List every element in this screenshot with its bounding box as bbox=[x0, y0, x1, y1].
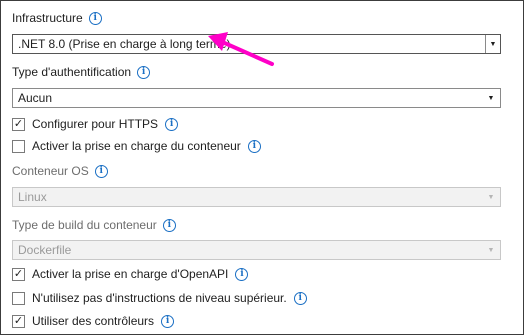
https-label: Configurer pour HTTPS bbox=[32, 117, 159, 131]
info-icon[interactable]: i bbox=[161, 314, 175, 328]
chevron-down-icon[interactable]: ▼ bbox=[485, 35, 500, 53]
info-icon[interactable]: i bbox=[247, 139, 261, 153]
container-support-label: Activer la prise en charge du conteneur bbox=[32, 139, 241, 153]
top-level-checkbox[interactable] bbox=[12, 291, 25, 305]
auth-label: Type d'authentification i bbox=[12, 65, 151, 79]
info-icon[interactable]: i bbox=[137, 65, 151, 79]
pink-arrow-icon bbox=[208, 32, 274, 66]
info-icon[interactable]: i bbox=[162, 218, 176, 232]
auth-select[interactable]: Aucun ▼ bbox=[12, 88, 501, 108]
https-row: ✓ Configurer pour HTTPS i bbox=[12, 117, 179, 131]
https-checkbox[interactable]: ✓ bbox=[12, 117, 25, 131]
container-os-select: Linux ▼ bbox=[12, 187, 501, 207]
container-build-label: Type de build du conteneur i bbox=[12, 218, 176, 232]
chevron-down-icon: ▼ bbox=[487, 246, 495, 254]
info-icon[interactable]: i bbox=[165, 117, 179, 131]
checkmark-icon: ✓ bbox=[13, 267, 24, 280]
container-os-label: Conteneur OS i bbox=[12, 164, 108, 178]
info-icon[interactable]: i bbox=[293, 291, 307, 305]
container-support-row: Activer la prise en charge du conteneur … bbox=[12, 139, 261, 153]
container-os-value: Linux bbox=[18, 190, 47, 204]
top-level-row: N'utilisez pas d'instructions de niveau … bbox=[12, 291, 307, 305]
container-support-checkbox[interactable] bbox=[12, 139, 25, 153]
openapi-row: ✓ Activer la prise en charge d'OpenAPI i bbox=[12, 267, 249, 281]
controllers-checkbox[interactable]: ✓ bbox=[12, 314, 25, 328]
openapi-label: Activer la prise en charge d'OpenAPI bbox=[32, 267, 229, 281]
chevron-down-icon: ▼ bbox=[487, 193, 495, 201]
controllers-row: ✓ Utiliser des contrôleurs i bbox=[12, 314, 175, 328]
info-icon[interactable]: i bbox=[88, 11, 102, 25]
info-icon[interactable]: i bbox=[235, 267, 249, 281]
options-panel: Infrastructure i .NET 8.0 (Prise en char… bbox=[0, 0, 524, 335]
container-build-select: Dockerfile ▼ bbox=[12, 240, 501, 260]
info-icon[interactable]: i bbox=[94, 164, 108, 178]
framework-label: Infrastructure i bbox=[12, 11, 102, 25]
container-build-value: Dockerfile bbox=[18, 243, 72, 257]
top-level-label: N'utilisez pas d'instructions de niveau … bbox=[32, 291, 287, 305]
auth-value: Aucun bbox=[18, 91, 53, 105]
controllers-label: Utiliser des contrôleurs bbox=[32, 314, 155, 328]
checkmark-icon: ✓ bbox=[13, 314, 24, 327]
checkmark-icon: ✓ bbox=[13, 117, 24, 130]
chevron-down-icon[interactable]: ▼ bbox=[482, 89, 500, 107]
openapi-checkbox[interactable]: ✓ bbox=[12, 267, 25, 281]
